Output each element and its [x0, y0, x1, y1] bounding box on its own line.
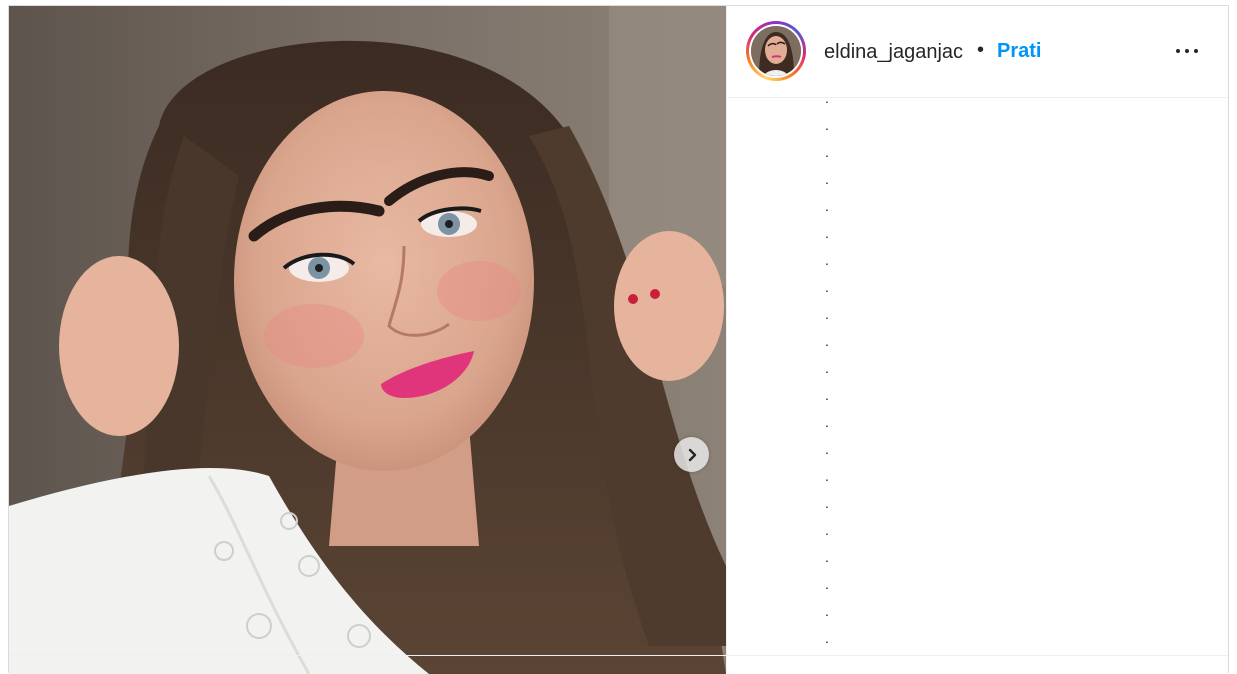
- post-sidebar: eldina_jaganjac • Prati ................…: [9, 6, 1228, 673]
- more-horizontal-icon: [1176, 49, 1180, 53]
- caption-line: .: [825, 414, 829, 430]
- caption-line: .: [825, 98, 829, 106]
- caption-line: .: [825, 441, 829, 457]
- caption-line: .: [825, 333, 829, 349]
- more-options-button[interactable]: [1167, 34, 1207, 68]
- post-header: eldina_jaganjac • Prati: [727, 6, 1228, 98]
- post-photo: [9, 6, 726, 674]
- caption-line: .: [825, 306, 829, 322]
- caption-line: .: [825, 630, 829, 646]
- chevron-right-icon: [688, 448, 696, 461]
- caption-line: .: [825, 144, 829, 160]
- caption-line: .: [825, 171, 829, 187]
- follow-button[interactable]: Prati: [997, 40, 1041, 63]
- story-ring[interactable]: [746, 21, 806, 81]
- caption-line: .: [825, 495, 829, 511]
- caption-line: .: [825, 198, 829, 214]
- post-dialog: eldina_jaganjac • Prati ................…: [8, 5, 1229, 674]
- caption-line: .: [825, 360, 829, 376]
- separator-dot: •: [977, 39, 985, 61]
- caption-line: .: [825, 576, 829, 592]
- caption-line: .: [825, 603, 829, 619]
- post-media[interactable]: [9, 6, 726, 674]
- username-link[interactable]: eldina_jaganjac: [824, 41, 963, 64]
- caption-line: .: [825, 549, 829, 565]
- caption-line: .: [825, 252, 829, 268]
- caption-line: .: [825, 117, 829, 133]
- caption-line: .: [825, 387, 829, 403]
- caption-line: .: [825, 468, 829, 484]
- next-photo-button[interactable]: [674, 437, 709, 472]
- caption: .....................: [727, 98, 1228, 673]
- divider: [9, 655, 1228, 656]
- caption-line: .: [825, 225, 829, 241]
- caption-line: .: [825, 522, 829, 538]
- caption-line: .: [825, 279, 829, 295]
- avatar: [751, 26, 801, 76]
